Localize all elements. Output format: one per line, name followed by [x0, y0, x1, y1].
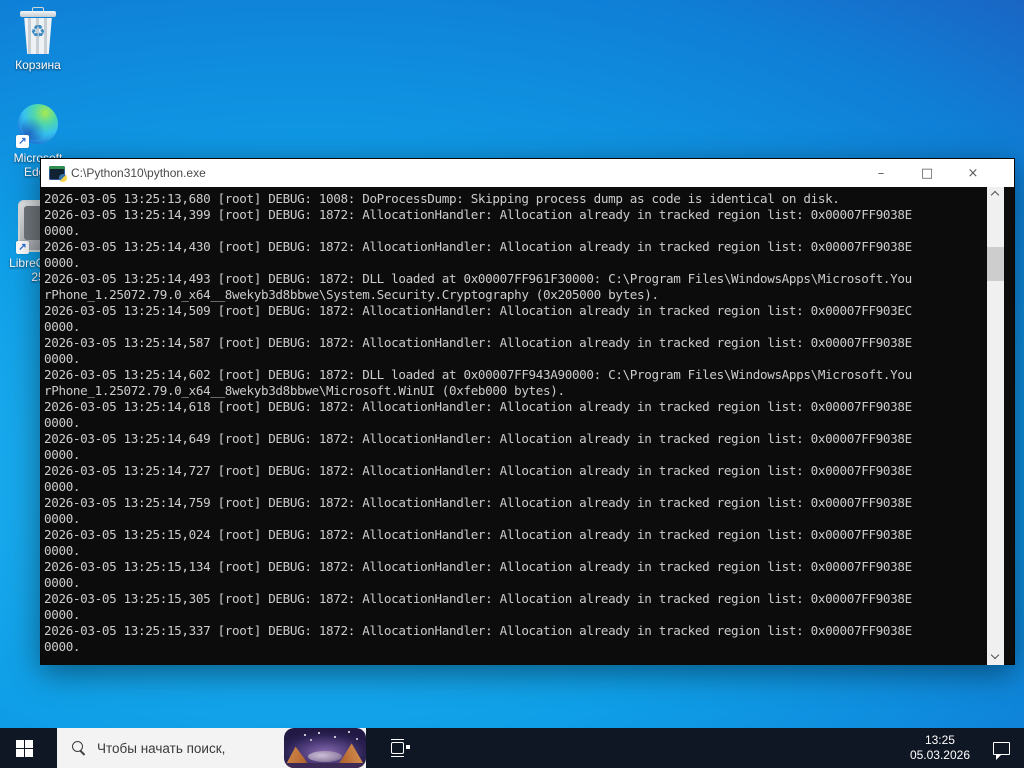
console-log-line: 0000. [44, 255, 81, 270]
minimize-button[interactable]: – [858, 159, 904, 187]
maximize-button[interactable]: □ [904, 159, 950, 187]
console-log-line: 2026-03-05 13:25:13,680 [root] DEBUG: 10… [44, 191, 840, 206]
console-log-line: rPhone_1.25072.79.0_x64__8wekyb3d8bbwe\S… [44, 287, 659, 302]
scrollbar-thumb[interactable] [987, 247, 1004, 281]
console-output[interactable]: 2026-03-05 13:25:13,680 [root] DEBUG: 10… [41, 187, 989, 665]
console-log-line: 0000. [44, 351, 81, 366]
taskbar-clock[interactable]: 13:25 05.03.2026 [910, 733, 970, 763]
console-log-line: 0000. [44, 447, 81, 462]
window-titlebar[interactable]: C:\Python310\python.exe – □ × [41, 159, 1014, 187]
desktop-icon-recycle-bin[interactable]: ♻ Корзина [0, 6, 76, 72]
console-log-line: 0000. [44, 223, 81, 238]
console-log-line: 2026-03-05 13:25:14,399 [root] DEBUG: 18… [44, 207, 912, 222]
clock-date: 05.03.2026 [909, 748, 970, 762]
console-window: C:\Python310\python.exe – □ × 2026-03-05… [40, 158, 1015, 665]
recycle-bin-icon: ♻ [16, 6, 60, 56]
action-center-button[interactable] [986, 728, 1016, 768]
console-log-line: 0000. [44, 479, 81, 494]
shortcut-arrow-icon: ↗ [16, 241, 29, 254]
console-log-line: 2026-03-05 13:25:14,759 [root] DEBUG: 18… [44, 495, 912, 510]
console-log-line: 0000. [44, 415, 81, 430]
console-log-line: 0000. [44, 639, 81, 654]
clock-time: 13:25 [924, 733, 955, 747]
start-button[interactable] [0, 728, 48, 768]
search-highlight-image[interactable] [284, 728, 366, 768]
search-placeholder: Чтобы начать поиск, [97, 740, 226, 756]
shortcut-arrow-icon: ↗ [16, 135, 29, 148]
system-tray: 13:25 05.03.2026 [910, 728, 1016, 768]
taskbar: Чтобы начать поиск, 13:25 05.03.2026 [0, 728, 1024, 768]
stars-decoration [304, 734, 306, 736]
task-view-button[interactable] [378, 728, 422, 768]
recycle-bin-lid [20, 11, 56, 17]
scrollbar-down-arrow-icon[interactable] [987, 649, 1004, 665]
console-log-line: 2026-03-05 13:25:14,602 [root] DEBUG: 18… [44, 367, 912, 382]
recycle-bin-label: Корзина [15, 58, 61, 72]
console-log-line: rPhone_1.25072.79.0_x64__8wekyb3d8bbwe\M… [44, 383, 565, 398]
search-icon [71, 740, 87, 756]
desktop-background: ♻ Корзина ↗ Microsoft Edge ↗ LibreOffice… [0, 0, 1024, 768]
notification-icon [992, 741, 1010, 760]
console-log-line: 2026-03-05 13:25:15,134 [root] DEBUG: 18… [44, 559, 912, 574]
console-log-line: 0000. [44, 575, 81, 590]
scrollbar-up-arrow-icon[interactable] [987, 187, 1004, 203]
console-log-line: 2026-03-05 13:25:14,649 [root] DEBUG: 18… [44, 431, 912, 446]
console-log-line: 2026-03-05 13:25:14,587 [root] DEBUG: 18… [44, 335, 912, 350]
recycle-symbol-icon: ♻ [30, 22, 46, 41]
console-log-line: 2026-03-05 13:25:14,493 [root] DEBUG: 18… [44, 271, 912, 286]
windows-logo-icon [15, 739, 33, 757]
close-button[interactable]: × [950, 159, 996, 187]
console-log-line: 0000. [44, 543, 81, 558]
console-log-line: 2026-03-05 13:25:14,509 [root] DEBUG: 18… [44, 303, 912, 318]
rocks-decoration [308, 751, 342, 762]
console-log-line: 2026-03-05 13:25:14,430 [root] DEBUG: 18… [44, 239, 912, 254]
search-box[interactable]: Чтобы начать поиск, [57, 728, 366, 768]
console-log-line: 2026-03-05 13:25:15,337 [root] DEBUG: 18… [44, 623, 912, 638]
task-view-icon [390, 739, 410, 757]
console-scrollbar[interactable] [987, 187, 1004, 665]
window-title: C:\Python310\python.exe [71, 166, 206, 180]
console-log-line: 2026-03-05 13:25:15,024 [root] DEBUG: 18… [44, 527, 912, 542]
console-log-line: 0000. [44, 607, 81, 622]
console-log-line: 0000. [44, 319, 81, 334]
console-log-line: 0000. [44, 511, 81, 526]
console-log-line: 2026-03-05 13:25:15,305 [root] DEBUG: 18… [44, 591, 912, 606]
python-console-icon [49, 166, 67, 182]
ground-decoration [284, 763, 366, 768]
console-log-line: 2026-03-05 13:25:14,727 [root] DEBUG: 18… [44, 463, 912, 478]
console-log-line: 2026-03-05 13:25:14,618 [root] DEBUG: 18… [44, 399, 912, 414]
